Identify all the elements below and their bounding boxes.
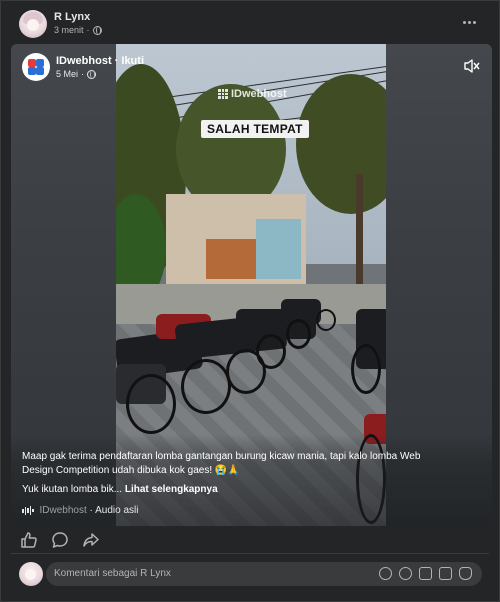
dot-icon xyxy=(467,20,471,24)
video-watermark: IDwebhost xyxy=(218,88,287,100)
author-name[interactable]: R Lynx xyxy=(54,11,90,23)
audio-wave-icon xyxy=(22,506,34,516)
source-avatar[interactable] xyxy=(22,53,50,81)
camera-icon[interactable] xyxy=(419,567,432,580)
post-actions xyxy=(0,528,500,552)
thumbs-up-icon[interactable] xyxy=(20,531,38,549)
see-more-link[interactable]: Lihat selengkapnya xyxy=(125,484,218,495)
reel-caption-continued: Yuk ikutan lomba bik... Lihat selengkapn… xyxy=(22,484,218,495)
audio-label: · Audio asli xyxy=(89,505,139,516)
gif-icon[interactable] xyxy=(439,567,452,580)
author-avatar[interactable] xyxy=(19,10,47,38)
post-meta: 3 menit · xyxy=(54,25,102,35)
post-header: R Lynx 3 menit · xyxy=(0,0,500,44)
reel-caption: Maap gak terima pendaftaran lomba gantan… xyxy=(22,451,421,476)
share-arrow-icon[interactable] xyxy=(82,531,100,549)
source-name-follow[interactable]: IDwebhost · Ikuti xyxy=(56,55,144,67)
audio-info[interactable]: IDwebhost · Audio asli xyxy=(22,505,138,516)
dot-icon xyxy=(462,20,466,24)
audio-source: IDwebhost xyxy=(39,505,87,516)
globe-icon xyxy=(92,25,102,35)
video-overlay-text: SALAH TEMPAT xyxy=(201,120,309,138)
dot-icon xyxy=(472,20,476,24)
emoji-icon[interactable] xyxy=(399,567,412,580)
comment-bubble-icon[interactable] xyxy=(51,531,69,549)
globe-icon xyxy=(87,69,97,79)
avatar-sticker-icon[interactable] xyxy=(379,567,392,580)
source-meta: 5 Mei · xyxy=(56,69,97,79)
user-avatar[interactable] xyxy=(19,562,43,586)
source-date[interactable]: 5 Mei xyxy=(56,69,78,79)
more-options-button[interactable] xyxy=(457,14,481,30)
idwebhost-logo-icon xyxy=(218,89,228,99)
comment-input[interactable]: Komentari sebagai R Lynx xyxy=(46,562,482,586)
speaker-muted-icon[interactable] xyxy=(463,58,481,74)
post-time[interactable]: 3 menit xyxy=(54,25,84,35)
sticker-icon[interactable] xyxy=(459,567,472,580)
comment-placeholder: Komentari sebagai R Lynx xyxy=(54,568,171,579)
shared-reel-card[interactable]: IDwebhost SALAH TEMPAT IDwebhost · Ikuti… xyxy=(11,44,492,526)
comment-composer: Komentari sebagai R Lynx xyxy=(0,558,500,590)
